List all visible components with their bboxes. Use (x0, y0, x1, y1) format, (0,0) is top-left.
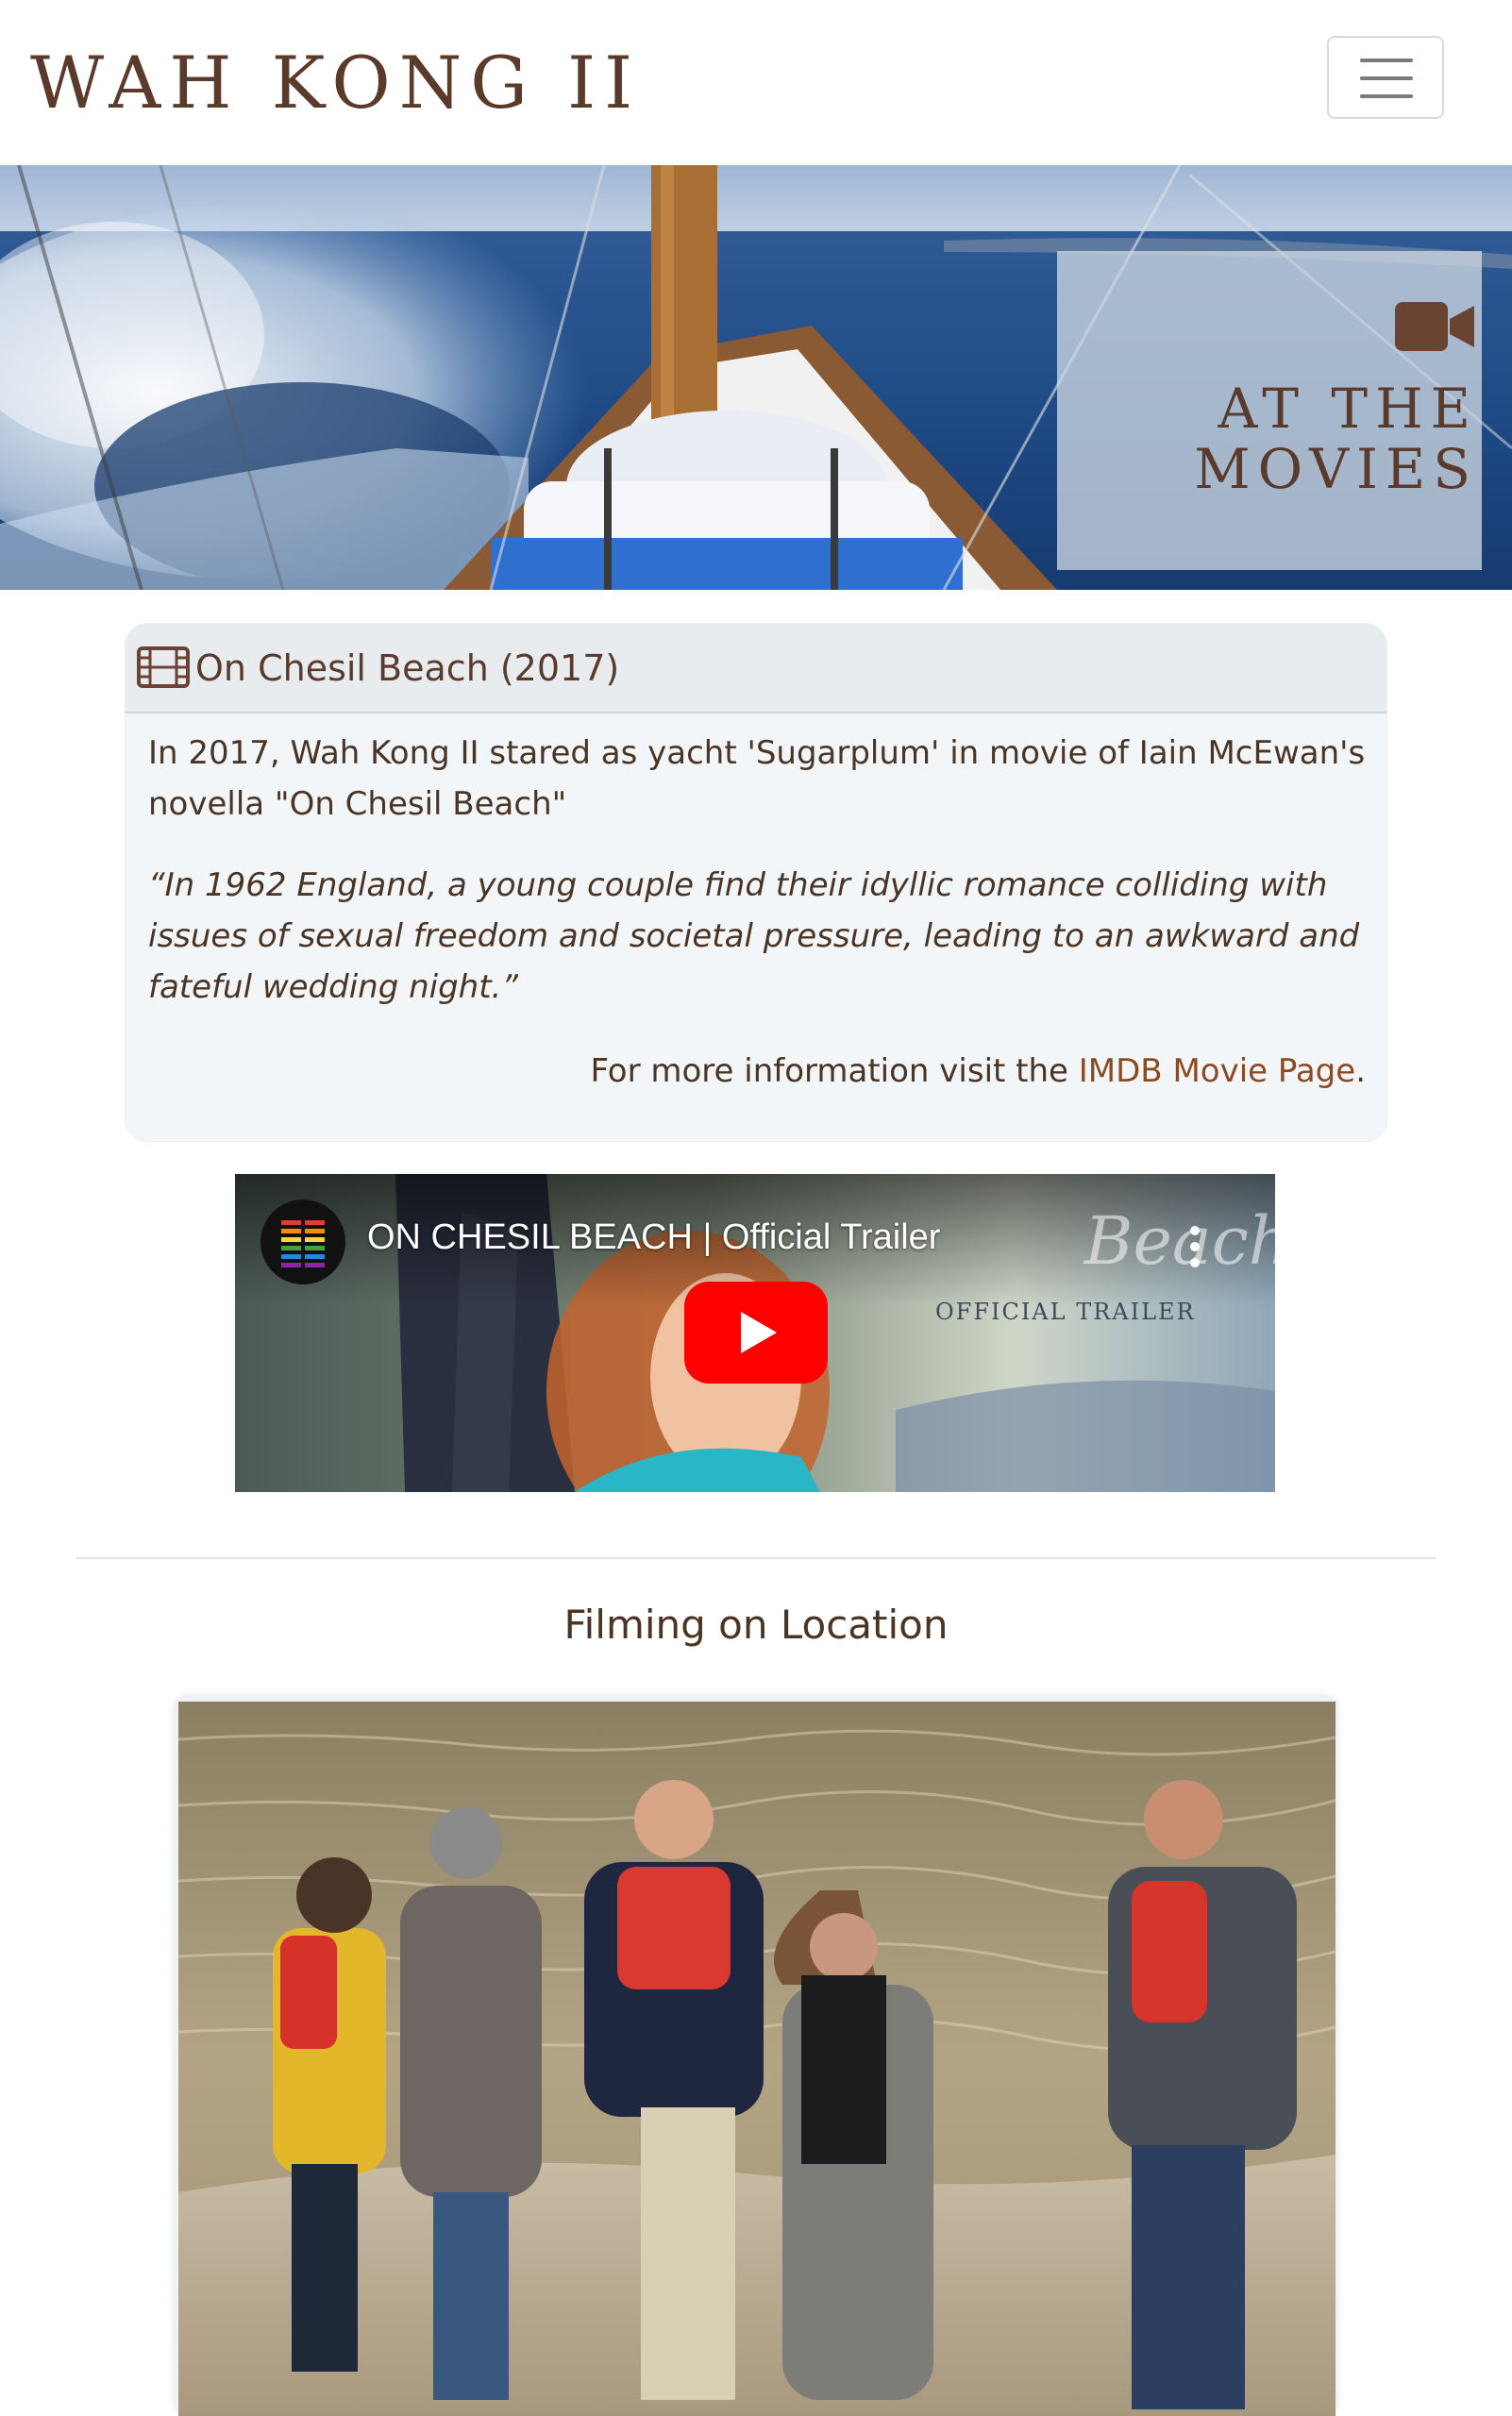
youtube-play-icon[interactable] (684, 1282, 828, 1384)
more-info-text: For more information visit the IMDB Movi… (148, 1046, 1366, 1097)
filming-location-photo[interactable] (178, 1702, 1336, 2416)
menu-toggle-button[interactable] (1327, 36, 1444, 119)
movie-quote: “In 1962 England, a young couple find th… (148, 866, 1360, 1006)
hero-caption-box: AT THE MOVIES (1057, 251, 1482, 570)
channel-logo-icon[interactable] (260, 1200, 345, 1284)
trailer-title[interactable]: ON CHESIL BEACH | Official Trailer (367, 1217, 940, 1258)
trailer-overlay-script: Beach (1084, 1202, 1275, 1280)
brand-logo-link[interactable]: WAH KONG II (30, 36, 641, 130)
hero-title: AT THE MOVIES (1194, 378, 1478, 499)
trailer-video-embed[interactable]: Beach OFFICIAL TRAILER ON CHESIL BEACH |… (235, 1174, 1275, 1492)
more-options-icon[interactable] (1184, 1223, 1206, 1270)
filming-location-image (178, 1702, 1336, 2416)
trailer-overlay-text: OFFICIAL TRAILER (935, 1299, 1196, 1325)
hero-title-line1: AT THE (1218, 377, 1478, 441)
section-divider (76, 1557, 1436, 1559)
imdb-link[interactable]: IMDB Movie Page (1079, 1052, 1355, 1090)
navbar: WAH KONG II (0, 0, 1512, 165)
hamburger-menu-icon (1360, 59, 1413, 62)
movie-intro-text: In 2017, Wah Kong II stared as yacht 'Su… (148, 734, 1366, 823)
more-info-suffix: . (1355, 1052, 1366, 1090)
movie-card-header: On Chesil Beach (2017) (126, 624, 1386, 713)
hamburger-menu-icon-bar (1360, 76, 1413, 80)
hamburger-menu-icon-bar (1360, 94, 1413, 98)
film-strip-icon (137, 646, 190, 688)
movie-title: On Chesil Beach (2017) (195, 647, 620, 689)
movie-card: On Chesil Beach (2017) In 2017, Wah Kong… (125, 623, 1387, 1142)
video-camera-icon (1395, 302, 1474, 351)
filming-section-title: Filming on Location (563, 1602, 949, 1648)
hero-banner: AT THE MOVIES (0, 165, 1512, 590)
hero-title-line2: MOVIES (1194, 437, 1478, 501)
more-info-prefix: For more information visit the (590, 1052, 1079, 1090)
